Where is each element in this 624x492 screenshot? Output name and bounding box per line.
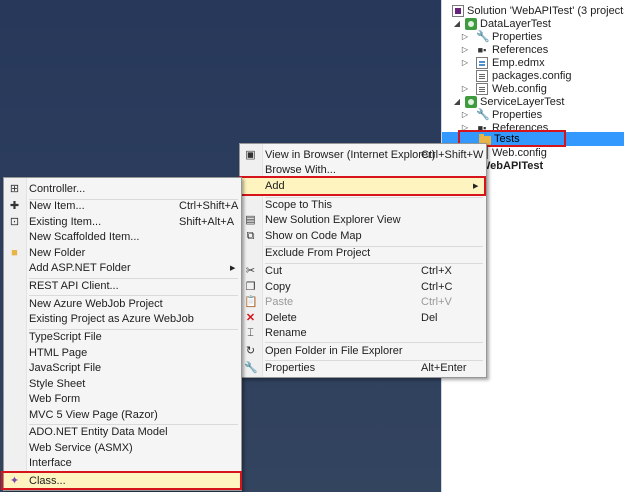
new-item-icon: ✚: [9, 200, 20, 212]
menu-item-adonet-entity-data-model[interactable]: ADO.NET Entity Data Model: [4, 424, 241, 441]
menu-item-label: Add ASP.NET Folder: [29, 262, 131, 274]
class-icon: ✦: [9, 475, 20, 487]
menu-item-existing-project-webjob[interactable]: Existing Project as Azure WebJob: [4, 311, 241, 328]
menu-item-label: ADO.NET Entity Data Model: [29, 426, 168, 438]
menu-item-shortcut: Ctrl+X: [421, 265, 452, 277]
menu-item-rename[interactable]: ⌶ Rename: [240, 325, 486, 342]
menu-item-label: Properties: [265, 362, 316, 374]
menu-item-javascript-file[interactable]: JavaScript File: [4, 360, 241, 377]
menu-item-label: Exclude From Project: [265, 247, 371, 259]
menu-item-label: TypeScript File: [29, 331, 102, 343]
menu-item-rest-api-client[interactable]: REST API Client...: [4, 278, 241, 295]
menu-item-label: Add: [265, 180, 285, 192]
menu-item-label: Controller...: [29, 183, 86, 195]
menu-item-label: New Azure WebJob Project: [29, 298, 163, 310]
submenu-arrow-icon: ▶: [230, 265, 236, 272]
scissors-icon: ✂: [245, 265, 256, 277]
tree-item-label: Tests: [494, 133, 520, 145]
menu-item-label: Delete: [265, 312, 297, 324]
menu-item-web-form[interactable]: Web Form: [4, 391, 241, 408]
code-map-icon: ⧉: [246, 230, 255, 242]
wrench-icon: 🔧: [244, 362, 258, 374]
menu-item-label: New Folder: [29, 247, 86, 259]
menu-item-label: Cut: [265, 265, 283, 277]
menu-item-browse-with[interactable]: Browse With...: [240, 162, 486, 179]
existing-item-icon: ⊡: [9, 216, 20, 228]
menu-item-label: Copy: [265, 281, 291, 293]
menu-item-label: Browse With...: [265, 164, 336, 176]
menu-item-typescript-file[interactable]: TypeScript File: [4, 329, 241, 346]
submenu-arrow-icon: ▶: [473, 183, 479, 190]
tree-item-label: WebAPITest: [480, 160, 544, 172]
menu-item-add[interactable]: Add ▶: [240, 178, 486, 195]
menu-item-controller[interactable]: ⊞ Controller...: [4, 181, 241, 198]
menu-item-class[interactable]: ✦ Class...: [4, 473, 241, 490]
paste-icon: 📋: [244, 296, 258, 308]
menu-item-show-on-code-map[interactable]: ⧉ Show on Code Map: [240, 228, 486, 245]
menu-item-label: View in Browser (Internet Explorer): [265, 149, 436, 161]
menu-item-label: Style Sheet: [29, 378, 86, 390]
menu-item-shortcut: Del: [421, 312, 438, 324]
menu-item-new-item[interactable]: ✚ New Item... Ctrl+Shift+A: [4, 198, 241, 215]
explorer-view-icon: ▤: [245, 214, 256, 226]
controller-icon: ⊞: [9, 183, 20, 195]
menu-item-label: Show on Code Map: [265, 230, 362, 242]
menu-item-shortcut: Alt+Enter: [421, 362, 467, 374]
menu-item-new-solution-explorer-view[interactable]: ▤ New Solution Explorer View: [240, 212, 486, 229]
folder-icon: ■: [11, 247, 18, 259]
open-folder-icon: ↻: [245, 345, 256, 357]
menu-item-shortcut: Ctrl+V: [421, 296, 452, 308]
menu-item-label: Web Service (ASMX): [29, 442, 133, 454]
menu-item-shortcut: Ctrl+Shift+A: [179, 200, 239, 212]
menu-item-label: Paste: [265, 296, 294, 308]
menu-item-label: Existing Item...: [29, 216, 102, 228]
menu-item-label: Interface: [29, 457, 72, 469]
menu-item-label: New Item...: [29, 200, 85, 212]
menu-item-label: Open Folder in File Explorer: [265, 345, 403, 357]
menu-item-label: MVC 5 View Page (Razor): [29, 409, 158, 421]
menu-item-new-scaffolded-item[interactable]: New Scaffolded Item...: [4, 229, 241, 246]
browser-icon: ▣: [245, 149, 256, 161]
menu-item-label: JavaScript File: [29, 362, 102, 374]
menu-item-label: Web Form: [29, 393, 81, 405]
menu-item-label: Scope to This: [265, 199, 333, 211]
menu-item-label: New Solution Explorer View: [265, 214, 401, 226]
menu-item-label: Existing Project as Azure WebJob: [29, 313, 194, 325]
menu-item-label: New Scaffolded Item...: [29, 231, 140, 243]
menu-item-properties[interactable]: 🔧 Properties Alt+Enter: [240, 360, 486, 377]
menu-item-mvc5-view-page[interactable]: MVC 5 View Page (Razor): [4, 407, 241, 424]
add-submenu: ⊞ Controller... ✚ New Item... Ctrl+Shift…: [3, 177, 242, 491]
menu-item-shortcut: Ctrl+C: [421, 281, 453, 293]
rename-icon: ⌶: [247, 327, 254, 339]
menu-item-cut[interactable]: ✂ Cut Ctrl+X: [240, 263, 486, 280]
menu-item-label: Class...: [29, 475, 66, 487]
context-menu: ▣ View in Browser (Internet Explorer) Ct…: [239, 143, 487, 378]
menu-item-shortcut: Shift+Alt+A: [179, 216, 235, 228]
menu-item-shortcut: Ctrl+Shift+W: [421, 149, 484, 161]
menu-item-label: Rename: [265, 327, 307, 339]
menu-item-exclude-from-project[interactable]: Exclude From Project: [240, 245, 486, 262]
menu-item-open-folder[interactable]: ↻ Open Folder in File Explorer: [240, 343, 486, 360]
menu-item-add-aspnet-folder[interactable]: Add ASP.NET Folder ▶: [4, 260, 241, 277]
menu-item-label: REST API Client...: [29, 280, 119, 292]
copy-icon: ❐: [245, 281, 256, 293]
menu-item-paste[interactable]: 📋 Paste Ctrl+V: [240, 294, 486, 311]
delete-icon: ✕: [245, 312, 256, 324]
menu-item-label: HTML Page: [29, 347, 88, 359]
menu-item-interface[interactable]: Interface: [4, 455, 241, 472]
